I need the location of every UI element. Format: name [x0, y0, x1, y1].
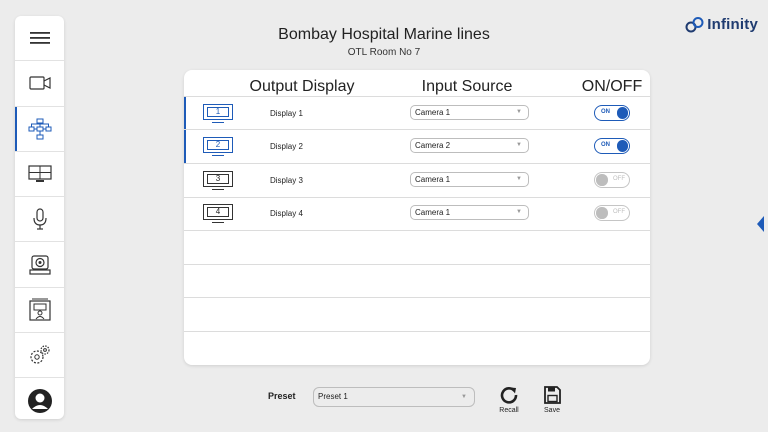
brand-logo: Infinity	[685, 16, 758, 33]
ptz-camera-icon	[28, 255, 51, 275]
empty-row	[184, 231, 650, 265]
table-row[interactable]: 3 Display 3 Camera 1 ▼ OFF	[184, 164, 650, 198]
dropdown-caret-icon: ▼	[516, 109, 522, 115]
monitor-icon: 3	[203, 171, 233, 192]
recall-icon	[500, 387, 518, 404]
settings-icon	[29, 345, 50, 364]
header-input-source: Input Source	[421, 78, 513, 95]
user-icon	[27, 389, 52, 414]
recall-label: Recall	[499, 407, 519, 414]
save-label: Save	[544, 407, 560, 414]
display-name: Display 1	[270, 109, 303, 118]
dropdown-caret-icon: ▼	[516, 209, 522, 215]
empty-row	[184, 298, 650, 332]
network-icon	[28, 118, 51, 140]
preset-label: Preset	[268, 391, 296, 401]
preset-select[interactable]: Preset 1 ▼	[313, 387, 475, 407]
sidebar-item-room[interactable]	[15, 288, 64, 334]
monitor-icon: 1	[203, 104, 233, 125]
empty-row	[184, 331, 650, 365]
table-row[interactable]: 2 Display 2 Camera 2 ▼ ON	[184, 130, 650, 164]
sidebar-item-user[interactable]	[15, 378, 64, 419]
table-row[interactable]: 1 Display 1 Camera 1 ▼ ON	[184, 96, 650, 130]
input-source-select[interactable]: Camera 2 ▼	[410, 138, 529, 153]
dropdown-caret-icon: ▼	[461, 394, 467, 400]
expand-panel-arrow-icon[interactable]	[757, 216, 764, 232]
empty-row	[184, 264, 650, 298]
output-table: Output Display Input Source ON/OFF 1 Dis…	[184, 70, 650, 365]
room-icon	[28, 298, 51, 321]
input-source-select[interactable]: Camera 1 ▼	[410, 105, 529, 120]
sidebar-item-network[interactable]	[15, 106, 64, 152]
monitor-icon: 4	[203, 204, 233, 225]
power-toggle[interactable]: ON	[594, 105, 630, 121]
power-toggle[interactable]: ON	[594, 138, 630, 154]
input-source-select[interactable]: Camera 1 ▼	[410, 205, 529, 220]
recall-button[interactable]: Recall	[496, 386, 522, 414]
sidebar-item-display-grid[interactable]	[15, 152, 64, 198]
dropdown-caret-icon: ▼	[516, 142, 522, 148]
table-row[interactable]: 4 Display 4 Camera 1 ▼ OFF	[184, 197, 650, 231]
display-name: Display 3	[270, 176, 303, 185]
header-output-display: Output Display	[249, 78, 355, 95]
microphone-icon	[32, 208, 47, 230]
page-subtitle: OTL Room No 7	[347, 47, 421, 58]
sidebar	[15, 16, 64, 419]
logo-text: Infinity	[707, 16, 758, 33]
header-on-off: ON/OFF	[581, 78, 643, 95]
save-icon	[543, 386, 561, 404]
dropdown-caret-icon: ▼	[516, 176, 522, 182]
sidebar-item-settings[interactable]	[15, 333, 64, 379]
camera-icon	[28, 76, 51, 91]
display-name: Display 2	[270, 142, 303, 151]
power-toggle[interactable]: OFF	[594, 205, 630, 221]
input-source-select[interactable]: Camera 1 ▼	[410, 172, 529, 187]
page-title: Bombay Hospital Marine lines	[278, 26, 490, 43]
display-grid-icon	[27, 165, 52, 183]
display-name: Display 4	[270, 209, 303, 218]
monitor-icon: 2	[203, 137, 233, 158]
infinity-logo-icon	[685, 16, 704, 32]
sidebar-item-microphone[interactable]	[15, 197, 64, 243]
power-toggle[interactable]: OFF	[594, 172, 630, 188]
sidebar-item-ptz-camera[interactable]	[15, 242, 64, 288]
save-button[interactable]: Save	[539, 386, 565, 414]
sidebar-item-camera[interactable]	[15, 61, 64, 107]
